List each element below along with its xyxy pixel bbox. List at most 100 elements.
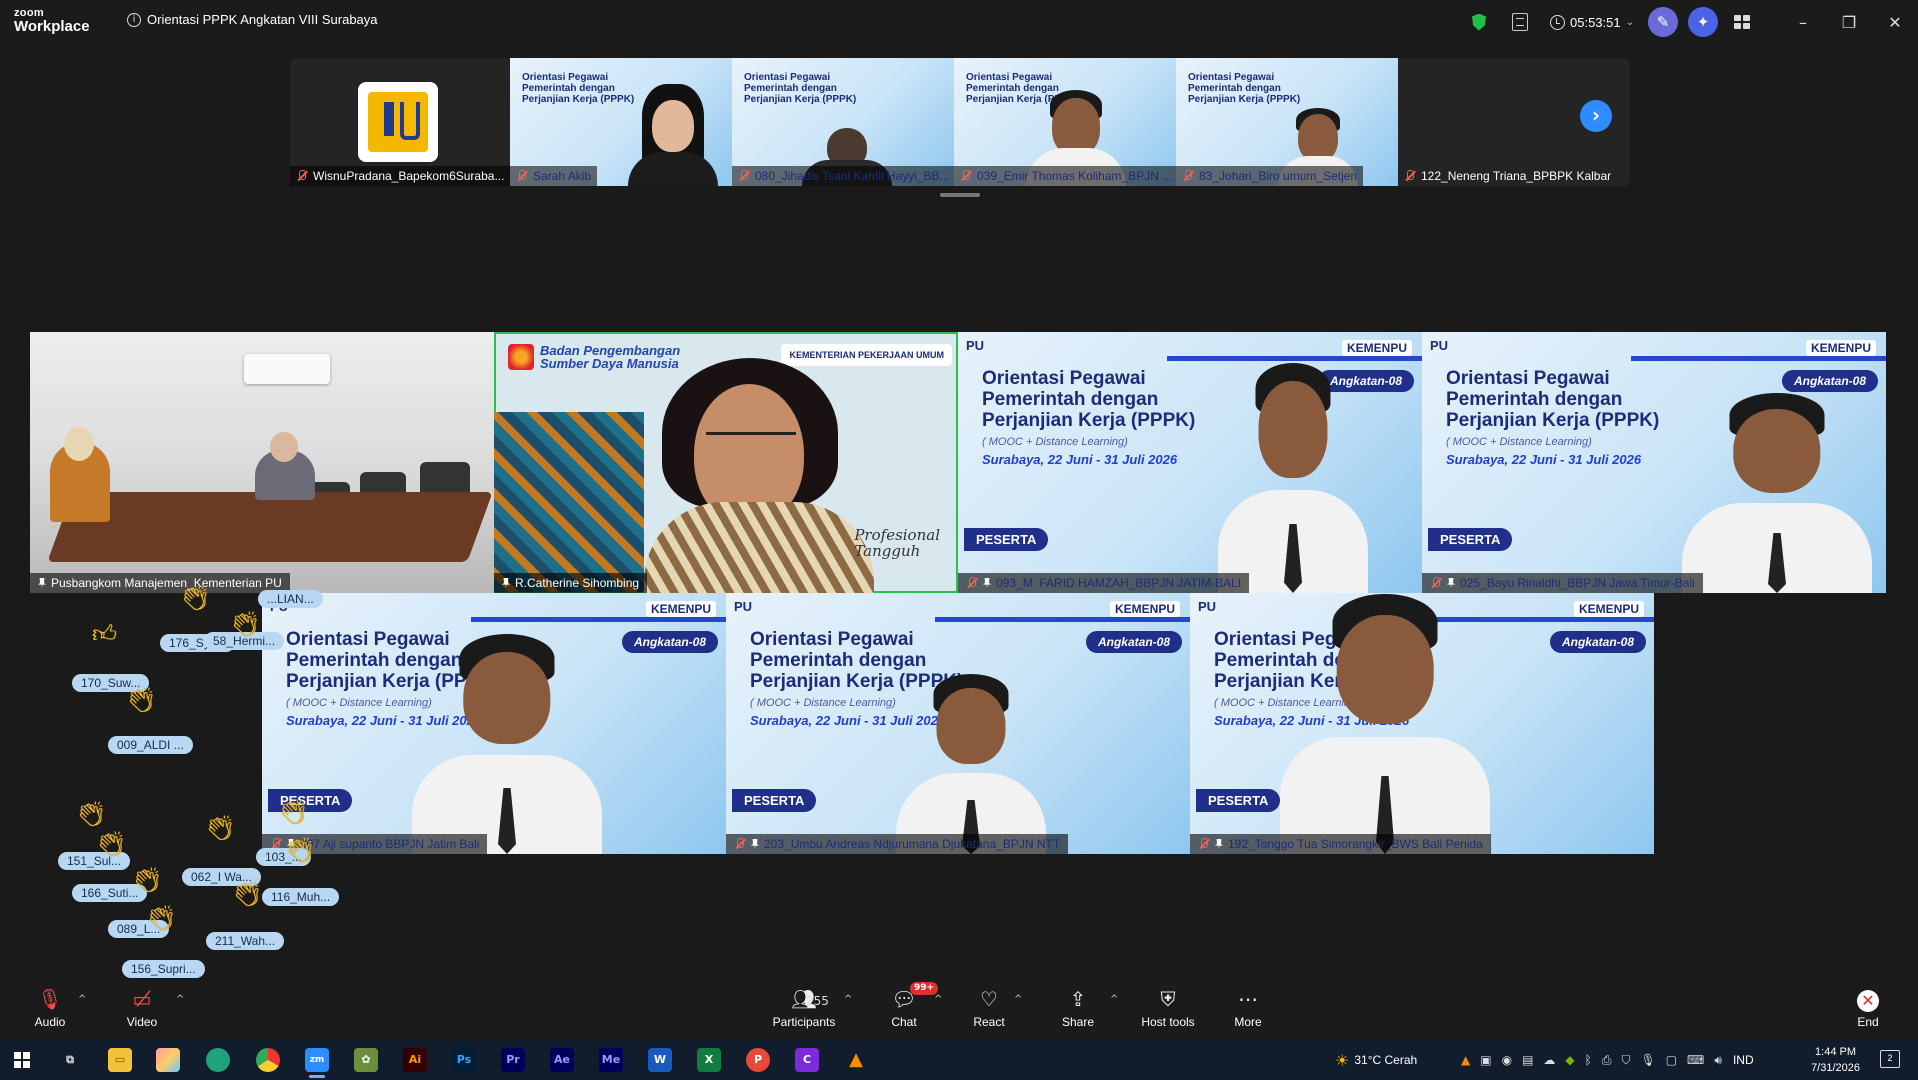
excel-icon[interactable]: X (697, 1048, 721, 1072)
kemenpu-logo: KEMENPU (1573, 601, 1644, 617)
thumbnail-tile[interactable]: Orientasi Pegawai Pemerintah dengan Perjan… (954, 58, 1176, 186)
spotlight-pin-icon (983, 577, 991, 589)
participants-label: Participants (772, 1015, 836, 1029)
restore-button[interactable]: ❐ (1826, 13, 1872, 32)
meeting-info[interactable]: i Orientasi PPPK Angkatan VIII Surabaya (127, 12, 378, 27)
video-tile[interactable]: PU KEMENPU Angkatan-08 Orientasi Pegawai… (726, 593, 1190, 854)
video-tile[interactable]: Pusbangkom Manajemen_Kementerian PU (30, 332, 494, 593)
video-button[interactable]: ▭̸ Video (102, 986, 182, 1029)
kemenpu-logo: KEMENPU (1109, 601, 1180, 617)
video-tile[interactable]: PU KEMENPU Angkatan-08 Orientasi Pegawai… (1190, 593, 1654, 854)
cloud-tray-icon[interactable]: ☁ (1543, 1053, 1555, 1067)
video-tile[interactable]: PU KEMENPU Angkatan-08 Orientasi Pegawai… (958, 332, 1422, 593)
ai-companion-icon[interactable]: ✦ (1688, 7, 1718, 37)
task-view-icon[interactable]: ⧉ (58, 1048, 82, 1072)
thumbnail-tile[interactable]: Orientasi Pegawai Pemerintah dengan Perjan… (1176, 58, 1398, 186)
edge-browser-icon[interactable] (206, 1048, 230, 1072)
participants-button[interactable]: 👥︎ 255 Participants (754, 986, 854, 1029)
pdf-reader-icon[interactable]: P (746, 1048, 770, 1072)
network-icon[interactable]: ⌨ (1687, 1053, 1704, 1067)
app-tray-icon[interactable]: ▤ (1522, 1053, 1533, 1067)
slide-heading: Orientasi Pegawai Pemerintah dengan Perj… (982, 368, 1196, 431)
thumbnail-tile[interactable]: WisnuPradana_Bapekom6Suraba... (290, 58, 510, 186)
notification-center-icon[interactable]: 2 (1880, 1050, 1900, 1068)
slide-subtitle: ( MOOC + Distance Learning) (286, 697, 432, 709)
pu-logo: PU (734, 599, 753, 614)
minimize-button[interactable]: – (1780, 13, 1826, 32)
zoom-tray-icon[interactable]: ◉ (1502, 1053, 1512, 1067)
reaction-name-chip: ...LIAN... (258, 590, 323, 608)
bluetooth-icon[interactable]: ᛒ (1585, 1053, 1592, 1067)
weather-widget[interactable]: ☀ 31°C Cerah (1330, 1040, 1417, 1080)
kemenpu-logo: KEMENPU (645, 601, 716, 617)
reaction-name-chip: 116_Muh... (262, 888, 340, 906)
participant-name: 83_Johari_Biro umum_Setjen (1176, 166, 1364, 186)
vlc-tray-icon[interactable]: ▲ (1461, 1053, 1470, 1067)
zoom-app-icon[interactable]: zm (305, 1048, 329, 1078)
attendee-head (64, 427, 94, 461)
mic-tray-icon[interactable]: 🎙︎ (1640, 1053, 1655, 1067)
thumbnail-tile[interactable]: Orientasi Pegawai Pemerintah dengan Perjan… (732, 58, 954, 186)
video-label: Video (126, 1015, 158, 1029)
after-effects-icon[interactable]: Ae (550, 1048, 574, 1072)
end-meeting-button[interactable]: ✕ End (1830, 986, 1906, 1029)
info-icon[interactable]: i (127, 12, 141, 27)
view-layout-icon[interactable] (1734, 15, 1750, 29)
host-tools-button[interactable]: ⛨ Host tools (1128, 986, 1208, 1029)
share-button[interactable]: ⇪ Share (1038, 986, 1118, 1029)
display-tray-icon[interactable]: ▢ (1666, 1053, 1677, 1067)
photos-app-icon[interactable] (156, 1048, 180, 1072)
more-button[interactable]: ⋯ More (1208, 986, 1288, 1029)
video-tile[interactable]: PU KEMENPU Angkatan-08 Orientasi Pegawai… (1422, 332, 1886, 593)
participant-video (896, 674, 1046, 854)
thumbnail-tile[interactable]: Orientasi Pegawai Pemerintah dengan Perjan… (510, 58, 732, 186)
audio-options-caret-icon[interactable]: ^ (78, 994, 86, 1005)
slide-place-date: Surabaya, 22 Juni - 31 Juli 2026 (982, 452, 1178, 467)
volume-icon[interactable]: 🔊︎ (1714, 1053, 1722, 1068)
whiteboard-pen-icon[interactable]: ✎ (1648, 7, 1678, 37)
video-options-caret-icon[interactable]: ^ (176, 994, 184, 1005)
encryption-shield-icon[interactable] (1472, 13, 1486, 31)
usb-icon[interactable]: ⎙ (1602, 1053, 1612, 1068)
meeting-timer[interactable]: 05:53:51 ⌄ (1550, 14, 1634, 30)
photoshop-icon[interactable]: Ps (452, 1048, 476, 1072)
word-icon[interactable]: W (648, 1048, 672, 1072)
video-tile[interactable]: PU KEMENPU Angkatan-08 Orientasi Pegawai… (262, 593, 726, 854)
illustrator-icon[interactable]: Ai (403, 1048, 427, 1072)
participant-name: 080_Jihadis Tsani Kahfil Hayyi_BB... (732, 166, 954, 186)
share-options-caret-icon[interactable]: ^ (1110, 994, 1118, 1005)
react-button[interactable]: ♡ React (949, 986, 1029, 1029)
peserta-badge: PESERTA (1428, 528, 1513, 551)
notes-icon[interactable] (1512, 13, 1528, 31)
system-tray: ▲ ▣ ◉ ▤ ☁ ◆ ᛒ ⎙ ⛉ 🎙︎ ▢ ⌨ 🔊︎ IND (1456, 1040, 1760, 1080)
chrome-browser-icon[interactable] (256, 1048, 280, 1072)
audio-button[interactable]: 🎙︎ Audio (10, 986, 90, 1029)
participant-name: WisnuPradana_Bapekom6Suraba... (290, 166, 510, 186)
premiere-icon[interactable]: Pr (501, 1048, 525, 1072)
system-clock[interactable]: 1:44 PM 7/31/2026 (1811, 1044, 1860, 1076)
security-tray-icon[interactable]: ⛉ (1621, 1053, 1630, 1068)
spotlight-pin-icon (751, 838, 759, 850)
game-app-icon[interactable]: ✿ (354, 1048, 378, 1072)
close-button[interactable]: ✕ (1872, 13, 1918, 32)
next-page-arrow-icon[interactable]: › (1580, 100, 1612, 132)
bluetooth-app-tray-icon[interactable]: ▣ (1480, 1053, 1491, 1067)
attendee-head (270, 432, 298, 462)
meeting-toolbar: 🎙︎ Audio ^ ▭̸ Video ^ 👥︎ 255 Participants… (0, 980, 1918, 1040)
chevron-down-icon[interactable]: ⌄ (1626, 17, 1634, 28)
strip-drag-handle[interactable] (940, 193, 980, 197)
capcut-icon[interactable]: C (795, 1048, 819, 1072)
chat-button[interactable]: 💬︎ 99+ Chat (864, 982, 944, 1029)
reaction-name-chip: 009_ALDI ... (108, 736, 193, 754)
video-tile-active-speaker[interactable]: Badan Pengembangan Sumber Daya Manusia KE… (494, 332, 958, 593)
file-explorer-icon[interactable]: ▭ (108, 1048, 132, 1072)
media-encoder-icon[interactable]: Me (599, 1048, 623, 1072)
vlc-icon[interactable]: ▲ (844, 1048, 868, 1072)
participants-options-caret-icon[interactable]: ^ (844, 994, 852, 1005)
input-language[interactable]: IND (1733, 1053, 1754, 1067)
logo-text-workplace: Workplace (14, 18, 90, 35)
chat-options-caret-icon[interactable]: ^ (934, 994, 942, 1005)
react-options-caret-icon[interactable]: ^ (1014, 994, 1022, 1005)
nvidia-tray-icon[interactable]: ◆ (1565, 1053, 1574, 1067)
windows-start-icon[interactable] (14, 1052, 30, 1068)
